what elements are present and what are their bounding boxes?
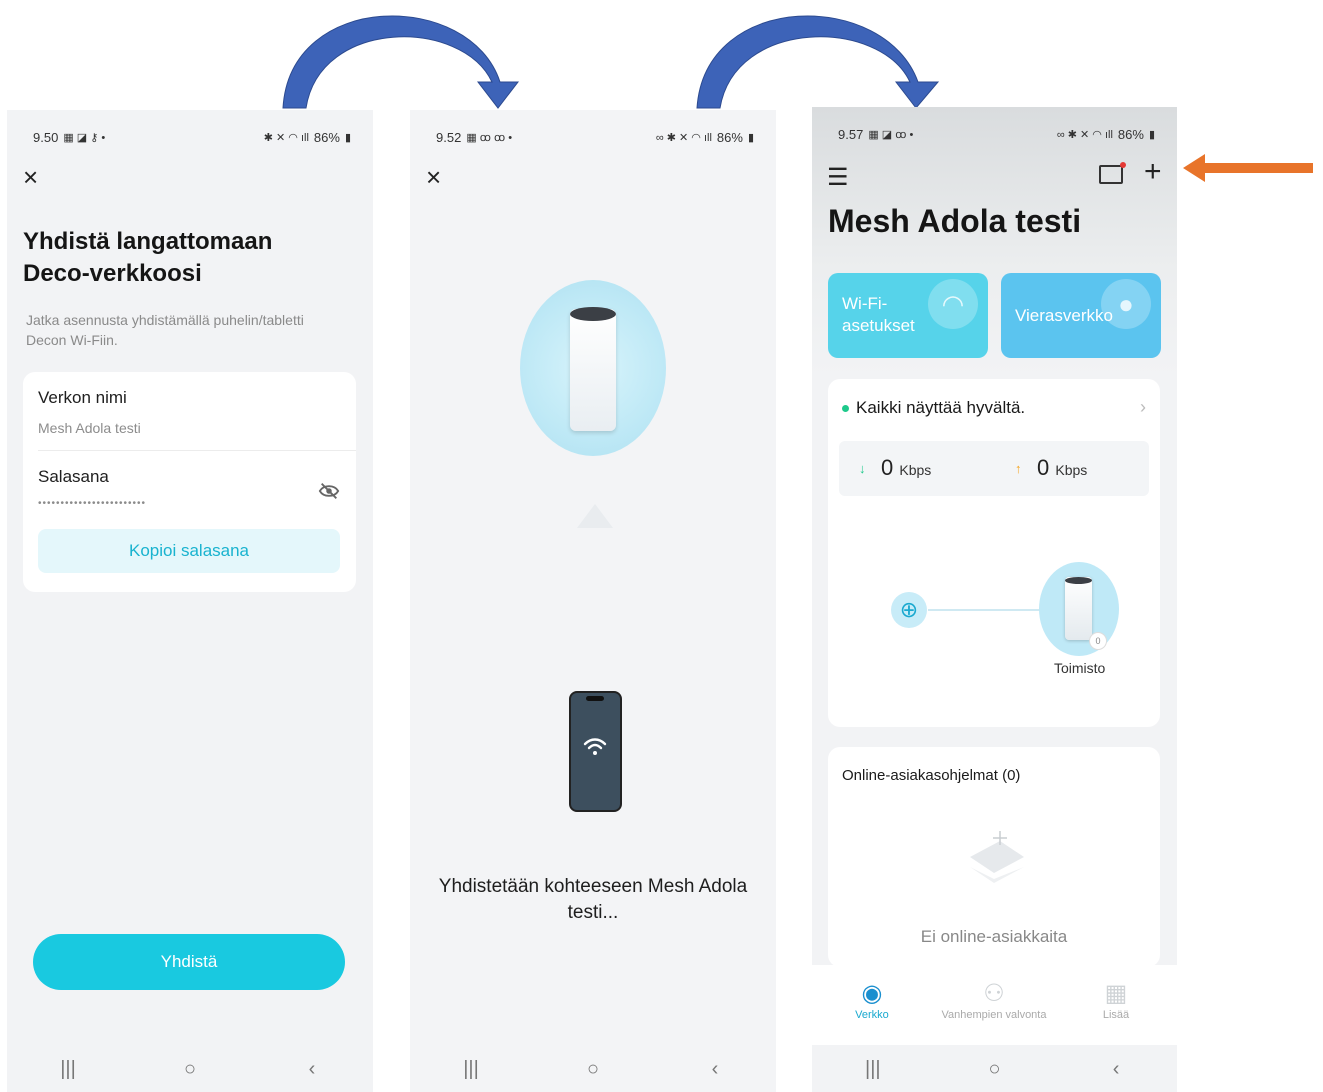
upload-arrow-icon: ↑ [1015, 461, 1022, 476]
connecting-message: Yhdistetään kohteeseen Mesh Adola testi.… [438, 876, 748, 923]
add-icon[interactable]: + [1144, 155, 1162, 189]
status-time: 9.52 [436, 129, 462, 145]
status-ok-dot [842, 405, 849, 412]
node-client-count: 0 [1089, 632, 1107, 650]
mail-icon[interactable] [1099, 162, 1126, 184]
grid-icon: ▦ [1104, 980, 1128, 1007]
page-title: Yhdistä langattomaan Deco-verkkoosi [23, 228, 273, 287]
signal-triangle-icon [577, 504, 613, 528]
tab-parental-controls[interactable]: ⚇ Vanhempien valvonta [939, 979, 1049, 1021]
credentials-card: Verkon nimi Mesh Adola testi Salasana ••… [23, 372, 356, 592]
screen-connect-wifi: 9.50 ▦ ◪ ⚷ • ✱ ✕ ◠ ıll 86% ▮ × Yhdistä lang… [7, 110, 373, 1092]
password-value: •••••••••••••••••••••••• [38, 498, 147, 509]
system-navbar: ||| ○ ‹ [812, 1046, 1177, 1092]
notification-icons: ▦ ꝏ ꝏ • [466, 131, 513, 144]
system-navbar: ||| ○ ‹ [410, 1046, 776, 1092]
status-time: 9.50 [33, 129, 59, 145]
screen-connecting: 9.52 ▦ ꝏ ꝏ • ∞ ✱ ✕ ◠ ıll 86% ▮ × Yhdistetää… [410, 110, 776, 1092]
back-button[interactable]: ‹ [1086, 1058, 1146, 1081]
tab-network-label: Verkko [855, 1009, 889, 1021]
bottom-tab-bar: ◉ Verkko ⚇ Vanhempien valvonta ▦ Lisää [812, 965, 1177, 1045]
chevron-right-icon: › [1140, 397, 1146, 417]
tab-more[interactable]: ▦ Lisää [1061, 979, 1171, 1021]
copy-password-button[interactable]: Kopioi salasana [38, 529, 340, 573]
guest-user-icon: ● [1101, 279, 1151, 329]
tab-more-label: Lisää [1102, 1009, 1130, 1021]
download-arrow-icon: ↓ [859, 461, 866, 476]
deco-router-icon [570, 307, 616, 431]
battery-level: 86% [716, 129, 743, 145]
family-icon: ⚇ [983, 980, 1005, 1007]
notification-icons: ▦ ◪ ⚷ • [63, 131, 106, 144]
signal-icons: ∞ ✱ ✕ ◠ ıll [655, 131, 712, 144]
recents-button[interactable]: ||| [38, 1058, 98, 1081]
speed-panel: ↓ 0 Kbps ↑ 0 Kbps [839, 441, 1149, 496]
status-time: 9.57 [838, 126, 864, 142]
tab-parental-label: Vanhempien valvonta [941, 1009, 1047, 1021]
wifi-settings-tile[interactable]: Wi-Fi-asetukset ◠ [828, 273, 988, 358]
notification-dot [1120, 162, 1126, 168]
back-button[interactable]: ‹ [282, 1058, 342, 1081]
wifi-icon: ◠ [928, 279, 978, 329]
divider [38, 450, 356, 451]
network-name-value: Mesh Adola testi [38, 420, 141, 436]
signal-icons: ✱ ✕ ◠ ıll [263, 131, 309, 144]
internet-globe-icon: ⊕ [891, 592, 927, 628]
status-bar: 9.57 ▦ ◪ ꝏ • ∞ ✱ ✕ ◠ ıll 86% ▮ [838, 125, 1155, 143]
tab-network[interactable]: ◉ Verkko [817, 979, 927, 1021]
password-label: Salasana [38, 467, 109, 486]
smartphone-icon [569, 691, 622, 812]
status-bar: 9.50 ▦ ◪ ⚷ • ✱ ✕ ◠ ıll 86% ▮ [33, 128, 351, 146]
page-subtitle: Jatka asennusta yhdistämällä puhelin/tab… [26, 312, 304, 348]
connect-button[interactable]: Yhdistä [33, 934, 345, 990]
eye-hidden-icon[interactable] [318, 480, 340, 502]
upload-speed: 0 Kbps [1037, 455, 1088, 480]
close-icon[interactable]: × [426, 164, 448, 190]
battery-level: 86% [1117, 126, 1144, 142]
node-label: Toimisto [1054, 660, 1106, 676]
guest-network-tile[interactable]: Vierasverkko ● [1001, 273, 1161, 358]
online-clients-card: Online-asiakasohjelmat (0) Ei online-asi… [828, 747, 1160, 967]
orange-pointer-arrow [1183, 154, 1313, 182]
home-button[interactable]: ○ [964, 1058, 1024, 1081]
deco-node-icon[interactable] [1065, 577, 1092, 640]
battery-icon: ▮ [747, 131, 754, 144]
clients-empty-text: Ei online-asiakkaita [920, 927, 1068, 946]
status-bar: 9.52 ▦ ꝏ ꝏ • ∞ ✱ ✕ ◠ ıll 86% ▮ [436, 128, 754, 146]
home-button[interactable]: ○ [160, 1058, 220, 1081]
notification-icons: ▦ ◪ ꝏ • [868, 128, 914, 141]
battery-level: 86% [313, 129, 340, 145]
network-status-card[interactable]: Kaikki näyttää hyvältä. › ↓ 0 Kbps ↑ 0 K… [828, 379, 1160, 727]
download-speed: 0 Kbps [881, 455, 932, 480]
curved-arrow-1 [282, 15, 520, 109]
recents-button[interactable]: ||| [441, 1058, 501, 1081]
clients-title: Online-asiakasohjelmat (0) [842, 767, 1021, 784]
curved-arrow-2 [696, 15, 940, 109]
wifi-icon [583, 738, 607, 755]
signal-icons: ∞ ✱ ✕ ◠ ıll [1056, 128, 1113, 141]
system-navbar: ||| ○ ‹ [7, 1046, 373, 1092]
back-button[interactable]: ‹ [685, 1058, 745, 1081]
topology-link [928, 609, 1056, 611]
planet-icon: ◉ [861, 980, 883, 1007]
recents-button[interactable]: ||| [843, 1058, 903, 1081]
menu-icon[interactable]: ☰ [827, 163, 849, 192]
empty-clients-illustration [970, 831, 1024, 883]
battery-icon: ▮ [1148, 128, 1155, 141]
network-name-label: Verkon nimi [38, 388, 127, 407]
screen-network-home: 9.57 ▦ ◪ ꝏ • ∞ ✱ ✕ ◠ ıll 86% ▮ ☰ + Mesh Ado… [812, 107, 1177, 1092]
home-button[interactable]: ○ [563, 1058, 623, 1081]
battery-icon: ▮ [344, 131, 351, 144]
close-icon[interactable]: × [23, 164, 45, 190]
flow-arrows [282, 15, 940, 109]
network-title: Mesh Adola testi [828, 203, 1082, 239]
status-text: Kaikki näyttää hyvältä. [856, 398, 1026, 417]
